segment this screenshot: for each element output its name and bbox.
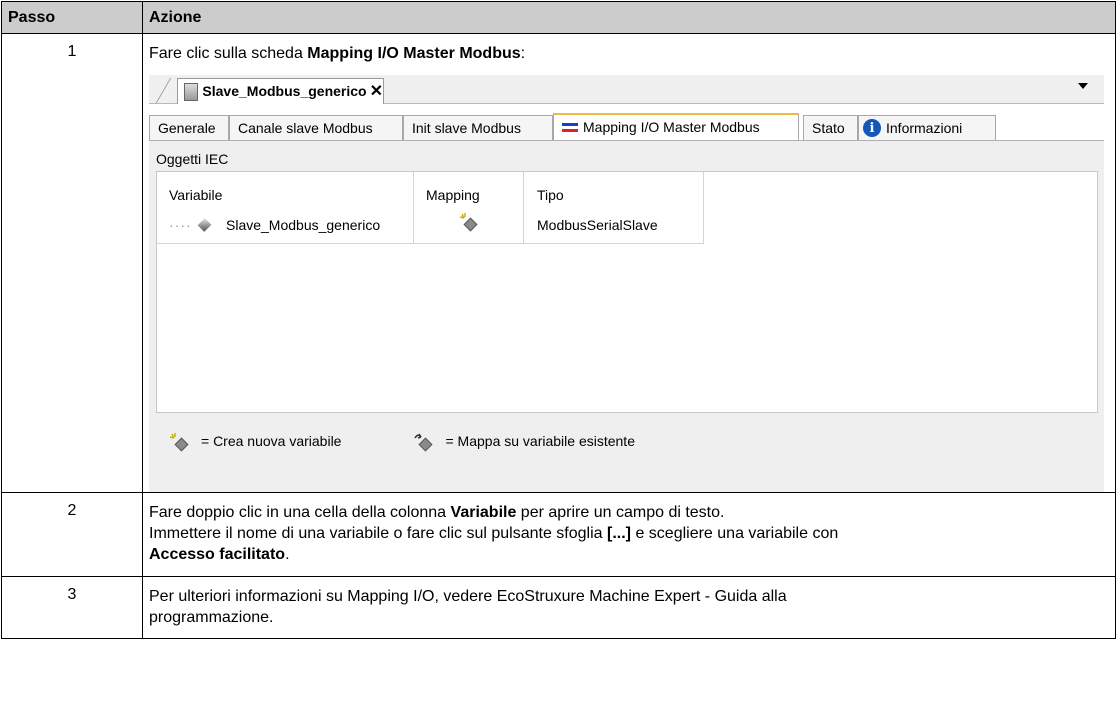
step-action: Fare clic sulla scheda Mapping I/O Maste… — [142, 33, 1116, 493]
step-number: 2 — [1, 492, 143, 577]
tab-label: Mapping I/O Master Modbus — [583, 119, 760, 135]
document-tab-strip: Slave_Modbus_generico ✕ — [149, 75, 1104, 104]
device-icon — [184, 82, 199, 101]
steps-table: Passo Azione 1 Fare clic sulla scheda Ma… — [1, 1, 1116, 639]
text: : — [520, 45, 526, 62]
legend-map-existing: = Mappa su variabile esistente — [445, 433, 635, 449]
column-header-variabile[interactable]: Variabile — [169, 185, 222, 206]
tab-label: Init slave Modbus — [412, 119, 521, 136]
bold-text: Variabile — [450, 504, 517, 521]
step-text: Fare clic sulla scheda Mapping I/O Maste… — [149, 43, 1115, 64]
document: Passo Azione 1 Fare clic sulla scheda Ma… — [0, 0, 1118, 707]
text: per aprire un campo di testo. — [516, 504, 725, 521]
map-existing-variable-icon — [414, 433, 434, 452]
editor-tabs: Generale Canale slave Modbus Init slave … — [149, 111, 1104, 141]
iec-objects-grid: Variabile Mapping Tipo ···· Slave_Modbus… — [156, 171, 1098, 413]
step-number: 3 — [1, 576, 143, 639]
column-header-mapping[interactable]: Mapping — [426, 185, 480, 206]
info-icon: i — [863, 119, 881, 137]
tab-stato[interactable]: Stato — [803, 115, 858, 140]
mapping-arrows-icon — [562, 122, 578, 133]
tab-informazioni[interactable]: i Informazioni — [858, 115, 996, 140]
tab-canale-slave-modbus[interactable]: Canale slave Modbus — [229, 115, 403, 140]
row-divider — [157, 243, 704, 244]
column-divider — [703, 172, 704, 243]
step-text-line: programmazione. — [149, 609, 274, 626]
new-variable-icon — [169, 432, 189, 452]
tab-label: Canale slave Modbus — [238, 119, 373, 136]
column-divider — [523, 172, 524, 243]
text: e scegliere una variabile con — [631, 525, 839, 542]
text: . — [285, 546, 290, 563]
close-icon[interactable]: ✕ — [370, 81, 383, 102]
dropdown-arrow-icon[interactable] — [1078, 83, 1088, 89]
panel-title: Oggetti IEC — [156, 151, 229, 167]
tab-init-slave-modbus[interactable]: Init slave Modbus — [403, 115, 553, 140]
tab-mapping-io-master-modbus[interactable]: Mapping I/O Master Modbus — [553, 113, 799, 140]
new-variable-icon[interactable] — [459, 212, 479, 238]
table-row: 1 Fare clic sulla scheda Mapping I/O Mas… — [1, 33, 1116, 493]
bold-text: Accesso facilitato — [149, 546, 286, 563]
header-passo: Passo — [1, 1, 143, 34]
header-azione: Azione — [142, 1, 1116, 34]
tab-generale[interactable]: Generale — [149, 115, 229, 140]
text: Fare clic sulla scheda — [149, 45, 308, 62]
legend-new-variable: = Crea nuova variabile — [201, 433, 342, 449]
step-action: Fare doppio clic in una cella della colo… — [142, 492, 1116, 577]
table-row: 3 Per ulteriori informazioni su Mapping … — [1, 576, 1116, 639]
variable-cell[interactable]: Slave_Modbus_generico — [226, 215, 380, 236]
tree-line: ···· — [169, 217, 192, 233]
step-text-line: Per ulteriori informazioni su Mapping I/… — [149, 588, 787, 605]
table-header-row: Passo Azione — [1, 1, 1116, 34]
tab-label: Informazioni — [886, 119, 963, 136]
text: Immettere il nome di una variabile o far… — [149, 525, 607, 542]
editor-screenshot: Slave_Modbus_generico ✕ Generale Canale … — [149, 75, 1109, 492]
bold-text: [...] — [607, 525, 631, 542]
step-number: 1 — [1, 33, 143, 493]
legend: = Crea nuova variabile = Mappa su variab… — [169, 431, 635, 452]
column-header-tipo[interactable]: Tipo — [537, 185, 564, 206]
type-cell: ModbusSerialSlave — [537, 217, 658, 233]
tab-label: Generale — [158, 119, 216, 136]
column-divider — [413, 172, 414, 243]
step-text-line: Immettere il nome di una variabile o far… — [149, 523, 1115, 544]
document-tab-label: Slave_Modbus_generico — [202, 83, 367, 99]
step-text-line: Accesso facilitato. — [149, 544, 1115, 565]
step-action: Per ulteriori informazioni su Mapping I/… — [142, 576, 1116, 639]
tab-label: Stato — [812, 119, 845, 136]
step-text-line: Fare doppio clic in una cella della colo… — [149, 502, 1115, 523]
iec-objects-panel: Oggetti IEC Variabile Mapping Tipo ···· … — [149, 141, 1104, 492]
table-row: 2 Fare doppio clic in una cella della co… — [1, 492, 1116, 577]
text: Fare doppio clic in una cella della colo… — [149, 504, 451, 521]
bold-text: Mapping I/O Master Modbus — [307, 45, 521, 62]
document-tab[interactable]: Slave_Modbus_generico ✕ — [177, 78, 384, 104]
variable-cube-icon — [197, 216, 212, 237]
